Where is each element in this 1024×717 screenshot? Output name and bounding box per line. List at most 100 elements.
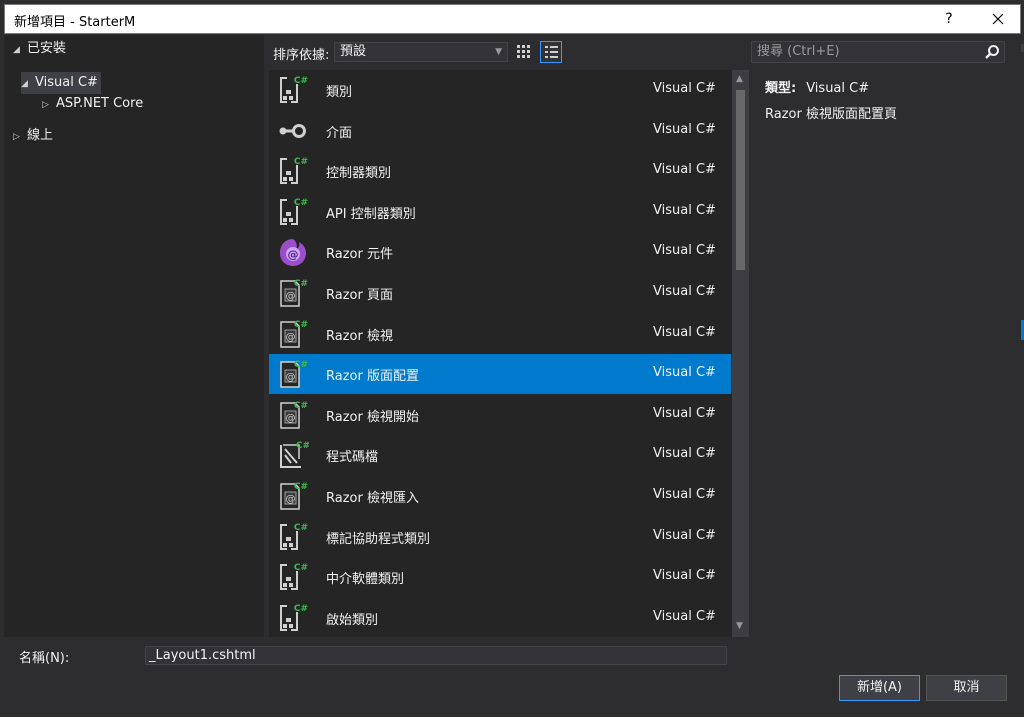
svg-text:C#: C#: [294, 76, 308, 86]
tree-node-label: ASP.NET Core: [56, 96, 144, 111]
list-item-name: Razor 版面配置: [326, 369, 419, 385]
list-item[interactable]: C# 中介軟體類別 Visual C#: [269, 557, 731, 597]
list-item[interactable]: @ C# Razor 檢視開始 Visual C#: [269, 395, 731, 435]
razor-page-icon: @ C#: [277, 480, 309, 512]
template-tree-panel: ◢ 已安裝 ◢ Visual C# ▷ ASP.NET Core ▷ 線上: [4, 35, 264, 637]
list-item-name: Razor 檢視匯入: [326, 491, 419, 506]
grid-view-icon: [517, 45, 530, 58]
razor-page-icon: @ C#: [277, 399, 309, 431]
expand-arrow-icon[interactable]: ▷: [13, 126, 27, 148]
list-item-name: Razor 元件: [326, 247, 393, 263]
list-item-name: Razor 檢視開始: [326, 409, 419, 425]
list-item-language: Visual C#: [653, 284, 716, 299]
svg-text:C#: C#: [294, 401, 308, 411]
list-item[interactable]: C# 類別 Visual C#: [269, 70, 731, 110]
razor-page-icon: @ C#: [277, 318, 309, 350]
class-icon: C#: [277, 155, 309, 187]
list-view-button[interactable]: [540, 41, 562, 63]
tree-node-installed[interactable]: ◢ 已安裝: [13, 38, 66, 60]
class-icon: C#: [277, 196, 309, 228]
list-item[interactable]: C# API 控制器類別 Visual C#: [269, 192, 731, 232]
type-row: 類型: Visual C#: [765, 78, 897, 100]
add-button[interactable]: 新增(A): [839, 675, 920, 701]
tree-node-aspnet-core[interactable]: ▷ ASP.NET Core: [42, 93, 143, 115]
svg-text:C#: C#: [294, 198, 308, 208]
list-item[interactable]: C# 控制器類別 Visual C#: [269, 151, 731, 191]
list-item[interactable]: @ Razor 元件 Visual C#: [269, 232, 731, 272]
list-item-language: Visual C#: [653, 243, 716, 259]
svg-text:@: @: [286, 413, 296, 424]
scroll-down-icon[interactable]: ▼: [736, 621, 743, 631]
class-icon: C#: [277, 602, 309, 634]
list-item[interactable]: @ C# Razor 頁面 Visual C#: [269, 273, 731, 313]
type-label: 類型:: [765, 81, 797, 96]
expand-arrow-icon[interactable]: ▷: [42, 94, 56, 116]
list-item-name: 程式碼檔: [326, 450, 379, 466]
razor-component-icon: @: [277, 236, 309, 268]
list-item-language: Visual C#: [653, 324, 716, 340]
svg-text:C#: C#: [294, 523, 308, 533]
tree-node-label: Visual C#: [35, 75, 98, 90]
list-item-language: Visual C#: [653, 608, 716, 624]
collapse-arrow-icon[interactable]: ◢: [21, 73, 35, 95]
search-input[interactable]: 搜尋 (Ctrl+E): [751, 41, 1005, 63]
svg-text:C#: C#: [296, 441, 309, 451]
details-panel: 類型: Visual C# Razor 檢視版面配置頁: [765, 78, 897, 122]
list-item[interactable]: @ C# Razor 檢視 Visual C#: [269, 314, 731, 354]
list-view-icon: [545, 46, 558, 58]
vertical-scrollbar[interactable]: ▲ ▼: [732, 70, 749, 637]
sort-value: 預設: [340, 44, 367, 59]
svg-text:C#: C#: [294, 563, 308, 573]
window-title: 新增項目 - StarterM: [14, 15, 136, 30]
svg-text:@: @: [286, 332, 296, 343]
class-icon: C#: [277, 521, 309, 553]
list-item[interactable]: C# 啟始類別 Visual C#: [269, 598, 731, 637]
list-item[interactable]: 介面 Visual C#: [269, 111, 731, 151]
list-item-name: 控制器類別: [326, 166, 392, 182]
scrollbar-thumb[interactable]: [736, 90, 745, 270]
search-icon[interactable]: [984, 44, 1000, 60]
list-item-language: Visual C#: [653, 81, 716, 96]
small-icons-view-button[interactable]: [513, 41, 535, 63]
list-item-language: Visual C#: [653, 568, 716, 584]
close-icon: [992, 13, 1004, 24]
list-item[interactable]: @ C# Razor 版面配置 Visual C#: [269, 354, 731, 395]
list-item-language: Visual C#: [653, 202, 716, 218]
file-name-input[interactable]: _Layout1.cshtml: [145, 646, 727, 665]
list-item-name: 介面: [326, 125, 353, 141]
list-item[interactable]: @ C# Razor 檢視匯入 Visual C#: [269, 476, 731, 516]
dropdown-arrow-icon: ▼: [495, 47, 502, 57]
sort-dropdown[interactable]: 預設 ▼: [334, 42, 508, 62]
svg-text:@: @: [288, 248, 299, 261]
list-item-language: Visual C#: [653, 527, 716, 543]
list-item-name: 標記協助程式類別: [326, 531, 431, 547]
list-item[interactable]: C# 標記協助程式類別 Visual C#: [269, 517, 731, 557]
list-item-name: API 控制器類別: [326, 206, 416, 222]
list-item-name: 中介軟體類別: [326, 572, 405, 588]
tree-node-label: 線上: [27, 128, 54, 143]
list-item-name: 類別: [326, 85, 353, 100]
tree-node-visual-csharp[interactable]: ◢ Visual C#: [21, 72, 101, 94]
list-item-language: Visual C#: [653, 162, 716, 178]
svg-text:C#: C#: [294, 604, 308, 614]
list-item[interactable]: C# 程式碼檔 Visual C#: [269, 435, 731, 475]
svg-text:@: @: [286, 494, 296, 505]
close-button[interactable]: [983, 7, 1013, 31]
collapse-arrow-icon[interactable]: ◢: [13, 39, 27, 61]
razor-page-icon: @ C#: [277, 277, 309, 309]
type-value: Visual C#: [806, 81, 870, 96]
svg-text:@: @: [286, 291, 296, 302]
svg-text:C#: C#: [294, 320, 308, 330]
tree-node-online[interactable]: ▷ 線上: [13, 125, 53, 147]
svg-text:@: @: [286, 372, 296, 383]
sort-label: 排序依據:: [273, 48, 330, 63]
cancel-button[interactable]: 取消: [926, 675, 1007, 701]
code-file-icon: C#: [277, 439, 310, 471]
svg-text:C#: C#: [294, 279, 308, 289]
razor-page-icon: @ C#: [277, 358, 309, 390]
title-bar: 新增項目 - StarterM ?: [4, 4, 1021, 34]
list-item-name: 啟始類別: [326, 612, 379, 628]
help-button[interactable]: ?: [937, 7, 961, 31]
svg-text:C#: C#: [294, 482, 308, 492]
scroll-up-icon[interactable]: ▲: [736, 74, 743, 84]
